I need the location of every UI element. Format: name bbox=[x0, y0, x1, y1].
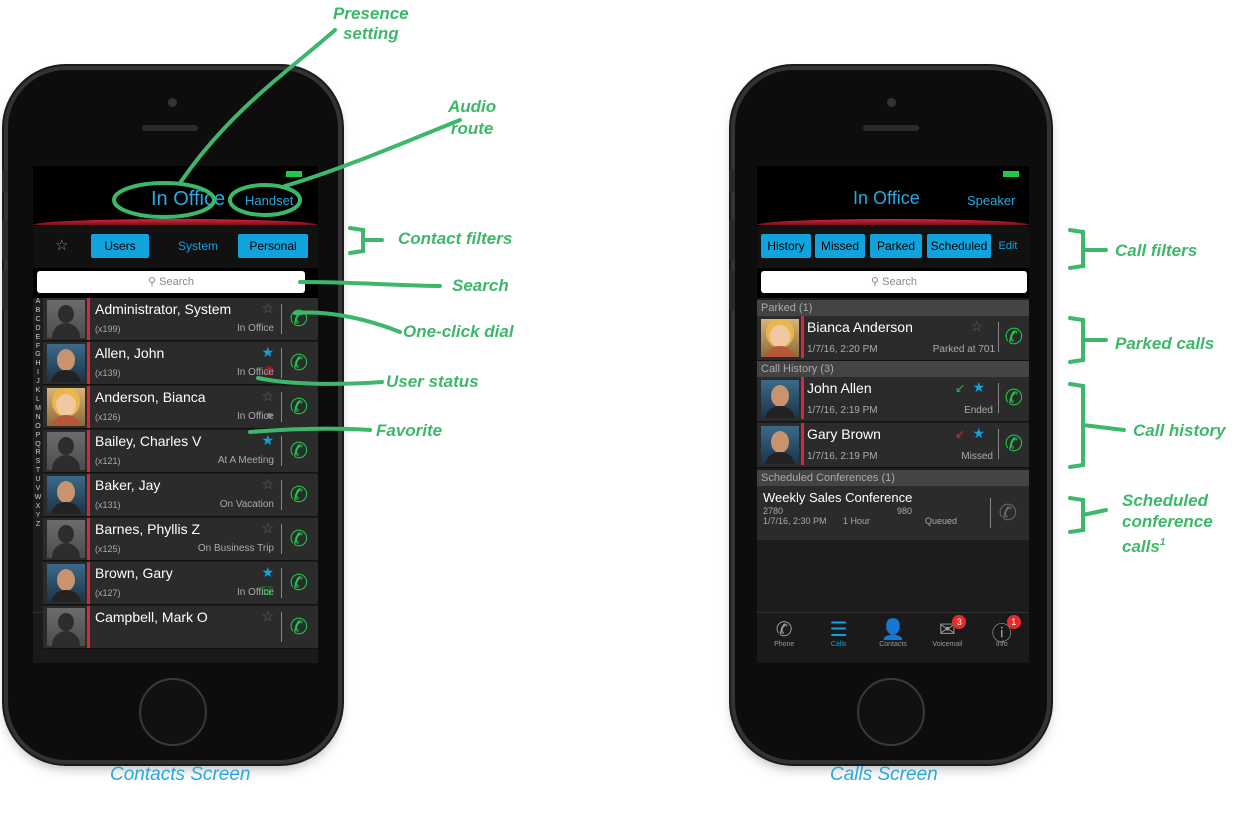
annotation-presence-line-1: Presence bbox=[333, 4, 409, 23]
annotation-audio-line-2: route bbox=[450, 119, 494, 138]
annotation-contact-filters: Contact filters bbox=[398, 229, 513, 248]
annotation-parked-calls: Parked calls bbox=[1115, 334, 1215, 353]
caption-contacts-screen: Contacts Screen bbox=[110, 764, 251, 785]
annotation-audio-route: Audio route bbox=[448, 96, 496, 140]
annotation-favorite: Favorite bbox=[376, 421, 443, 440]
annotation-presence-setting: Presence setting bbox=[333, 4, 409, 44]
annotation-audio-line-1: Audio bbox=[448, 97, 497, 116]
annotation-sched-line-2: conference bbox=[1122, 512, 1213, 531]
annotation-sched-line-1: Scheduled bbox=[1122, 491, 1208, 510]
caption-calls-screen: Calls Screen bbox=[830, 764, 938, 785]
annotation-user-status: User status bbox=[386, 372, 479, 391]
annotation-sched-line-3: calls bbox=[1122, 536, 1160, 556]
annotation-connectors bbox=[112, 28, 1126, 534]
footnote-mark: 1 bbox=[1159, 537, 1166, 548]
annotation-one-click-dial: One-click dial bbox=[403, 322, 514, 341]
annotation-search: Search bbox=[452, 276, 509, 295]
annotation-scheduled-conference-calls: Scheduled conference calls1 bbox=[1122, 490, 1213, 557]
annotation-call-filters: Call filters bbox=[1115, 241, 1198, 260]
annotation-presence-line-2: setting bbox=[342, 24, 399, 43]
annotation-call-history: Call history bbox=[1133, 421, 1226, 440]
